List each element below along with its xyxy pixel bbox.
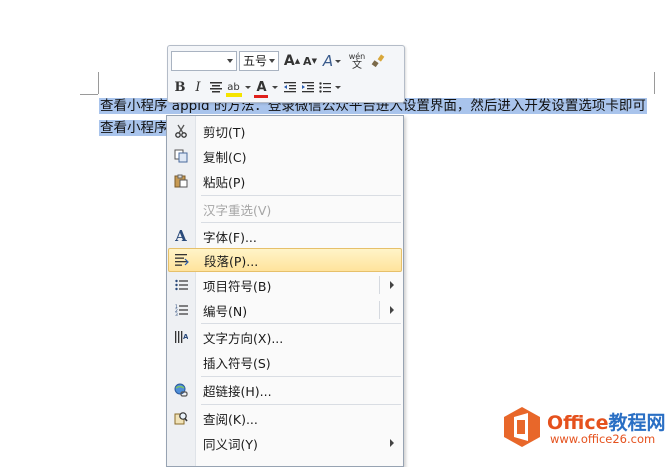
font-name-combo[interactable] <box>171 51 237 71</box>
menu-item-bullets[interactable]: 项目符号(B) <box>168 273 402 297</box>
svg-text:A: A <box>183 333 188 341</box>
page-margin-guide <box>80 94 98 95</box>
selected-text-2[interactable]: 查看小程序 <box>99 120 169 136</box>
font-icon: A <box>175 227 187 245</box>
page-margin-guide-right <box>654 72 655 94</box>
chevron-down-icon[interactable] <box>269 59 275 63</box>
increase-indent-icon[interactable] <box>299 77 317 97</box>
menu-item-font[interactable]: A 字体(F)... <box>168 224 402 248</box>
menu-item-hyperlink[interactable]: 超链接(H)... <box>168 378 402 402</box>
office-logo <box>500 405 544 449</box>
font-size-combo[interactable]: 五号 <box>239 51 279 71</box>
context-menu: 剪切(T) 复制(C) 粘贴(P) 汉字重选(V) A 字体(F)... 段落(… <box>166 115 404 467</box>
menu-item-paste[interactable]: 粘贴(P) <box>168 169 402 193</box>
menu-item-cut[interactable]: 剪切(T) <box>168 119 402 143</box>
numbering-icon: 123 <box>168 298 194 322</box>
align-center-icon[interactable] <box>207 77 225 97</box>
paragraph-icon <box>169 248 195 272</box>
research-icon <box>168 406 194 430</box>
menu-item-numbering[interactable]: 123 编号(N) <box>168 298 402 322</box>
decrease-indent-icon[interactable] <box>281 77 299 97</box>
menu-item-paragraph[interactable]: 段落(P)... <box>168 248 402 272</box>
watermark-brand: Office教程网 <box>547 412 666 434</box>
chevron-down-icon[interactable] <box>227 59 233 63</box>
styles-button[interactable]: A <box>319 51 345 71</box>
format-painter-icon[interactable] <box>369 51 387 71</box>
bullets-icon[interactable] <box>317 77 343 97</box>
submenu-arrow-icon[interactable] <box>390 281 394 289</box>
grow-font-button[interactable]: A ▲ <box>283 51 301 71</box>
phonetic-guide-button[interactable]: wén 文 <box>345 51 369 71</box>
menu-item-synonyms[interactable]: 同义词(Y) <box>168 431 402 455</box>
italic-button[interactable]: I <box>189 77 207 97</box>
highlight-color-button[interactable]: ab <box>225 77 253 97</box>
submenu-arrow-icon[interactable] <box>390 439 394 447</box>
menu-item-copy[interactable]: 复制(C) <box>168 144 402 168</box>
submenu-arrow-icon[interactable] <box>390 306 394 314</box>
bullets-icon <box>168 273 194 297</box>
bold-button[interactable]: B <box>171 77 189 97</box>
shrink-font-button[interactable]: A ▼ <box>301 51 319 71</box>
menu-item-insert-symbol[interactable]: 插入符号(S) <box>168 350 402 374</box>
font-color-button[interactable]: A <box>253 77 281 98</box>
watermark-url: www.office26.com <box>550 432 656 446</box>
menu-item-reconvert[interactable]: 汉字重选(V) <box>168 197 402 221</box>
hyperlink-globe-icon <box>168 378 194 402</box>
paste-icon <box>168 169 194 193</box>
svg-text:3: 3 <box>175 312 178 316</box>
text-direction-icon: A <box>168 325 194 349</box>
menu-item-text-direction[interactable]: A 文字方向(X)... <box>168 325 402 349</box>
mini-toolbar: 五号 A ▲ A ▼ A wén 文 B I ab A <box>167 45 405 103</box>
page-margin-guide-left <box>98 72 99 94</box>
scissors-icon <box>168 119 194 143</box>
menu-item-lookup[interactable]: 查阅(K)... <box>168 406 402 430</box>
document-line-2[interactable]: 查看小程序 <box>99 118 169 138</box>
copy-icon <box>168 144 194 168</box>
